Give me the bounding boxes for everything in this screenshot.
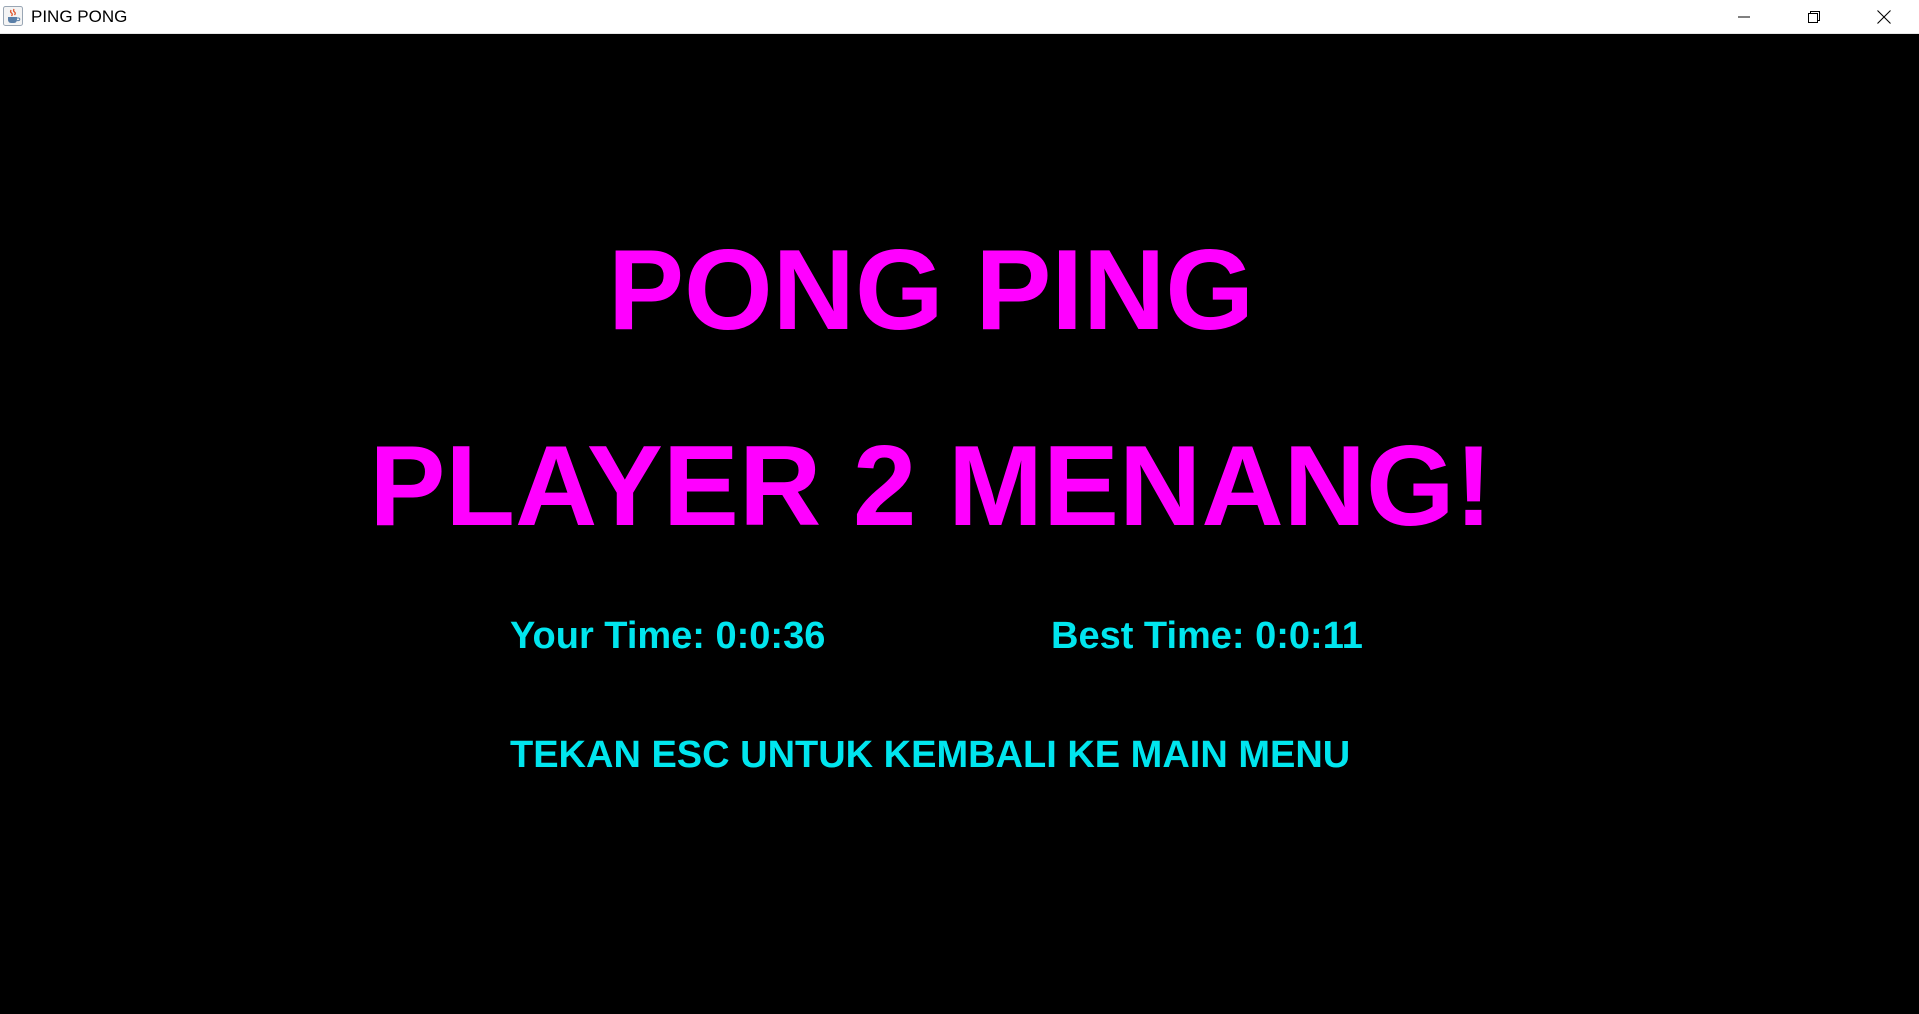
game-canvas[interactable]: PONG PING PLAYER 2 MENANG! Your Time: 0:… [0,34,1919,1014]
restore-icon [1807,10,1821,24]
java-cup-icon [3,6,23,26]
best-time-label: Best Time: 0:0:11 [1051,615,1363,657]
window-titlebar[interactable]: PING PONG [0,0,1919,34]
close-icon [1876,9,1892,25]
winner-announcement: PLAYER 2 MENANG! [369,423,1493,550]
minimize-icon [1737,10,1751,24]
game-title: PONG PING [607,227,1255,354]
window-title: PING PONG [31,7,128,26]
restore-button[interactable] [1779,0,1849,33]
close-button[interactable] [1849,0,1919,33]
minimize-button[interactable] [1709,0,1779,33]
esc-instruction: TEKAN ESC UNTUK KEMBALI KE MAIN MENU [510,734,1351,776]
your-time-label: Your Time: 0:0:36 [510,615,826,657]
game-window: PING PONG PONG PING PLAYER 2 MENANG! You… [0,0,1919,1014]
